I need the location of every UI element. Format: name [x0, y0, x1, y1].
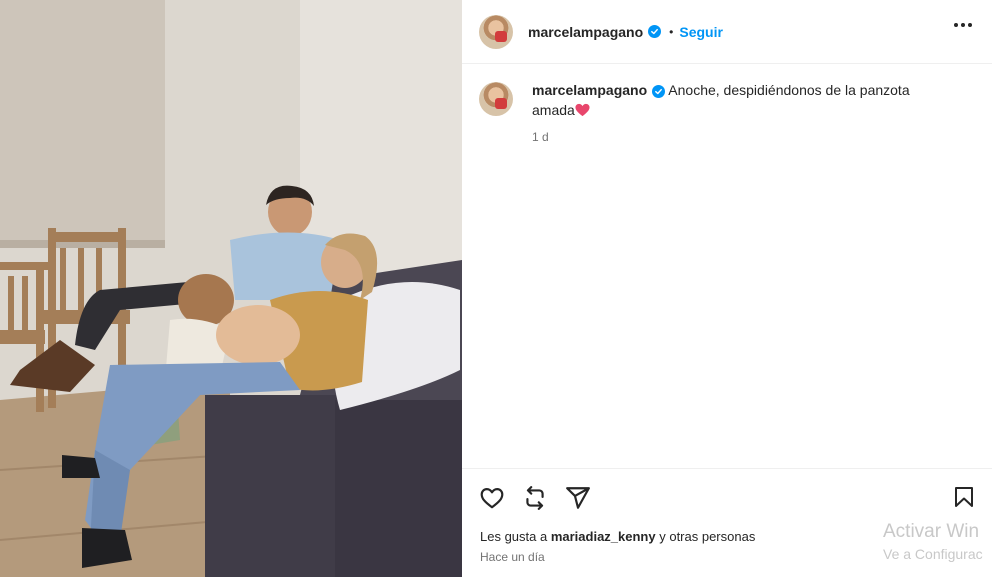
avatar[interactable] — [479, 14, 513, 49]
caption-text: marcelampagano Anoche, despidiéndonos de… — [532, 80, 932, 122]
post-side-panel: marcelampagano • Seguir marcelampagano A… — [462, 0, 992, 577]
caption-timestamp: 1 d — [532, 130, 549, 144]
caption-avatar[interactable] — [479, 82, 513, 116]
family-photo-image — [0, 0, 462, 577]
actions-section: Les gusta a mariadiaz_kenny y otras pers… — [462, 468, 992, 577]
heart-emoji-icon — [575, 102, 590, 122]
likes-suffix: y otras personas — [655, 529, 756, 544]
save-bookmark-icon[interactable] — [952, 485, 976, 509]
verified-icon — [652, 85, 666, 98]
caption-username-link[interactable]: marcelampagano — [532, 82, 647, 98]
separator-dot: • — [669, 24, 674, 39]
more-options-icon[interactable] — [954, 23, 972, 27]
post-date: Hace un día — [480, 550, 545, 564]
username-link[interactable]: marcelampagano — [528, 24, 643, 40]
likes-summary: Les gusta a mariadiaz_kenny y otras pers… — [480, 529, 755, 544]
action-bar — [479, 485, 591, 511]
share-icon[interactable] — [565, 485, 591, 511]
liker-username-link[interactable]: mariadiaz_kenny — [551, 529, 656, 544]
post-photo[interactable] — [0, 0, 462, 577]
windows-activation-watermark: Activar Win Ve a Configurac — [883, 521, 983, 562]
post-header: marcelampagano • Seguir — [462, 0, 992, 64]
caption-body: marcelampagano Anoche, despidiéndonos de… — [532, 80, 932, 144]
verified-icon — [648, 25, 662, 38]
repost-icon[interactable] — [522, 485, 548, 511]
follow-button[interactable]: Seguir — [679, 24, 723, 40]
likes-prefix: Les gusta a — [480, 529, 551, 544]
caption-block: marcelampagano Anoche, despidiéndonos de… — [479, 80, 979, 144]
instagram-post: marcelampagano • Seguir marcelampagano A… — [0, 0, 992, 577]
watermark-line-2: Ve a Configurac — [883, 546, 983, 562]
like-heart-icon[interactable] — [479, 485, 505, 511]
watermark-line-1: Activar Win — [883, 521, 980, 542]
